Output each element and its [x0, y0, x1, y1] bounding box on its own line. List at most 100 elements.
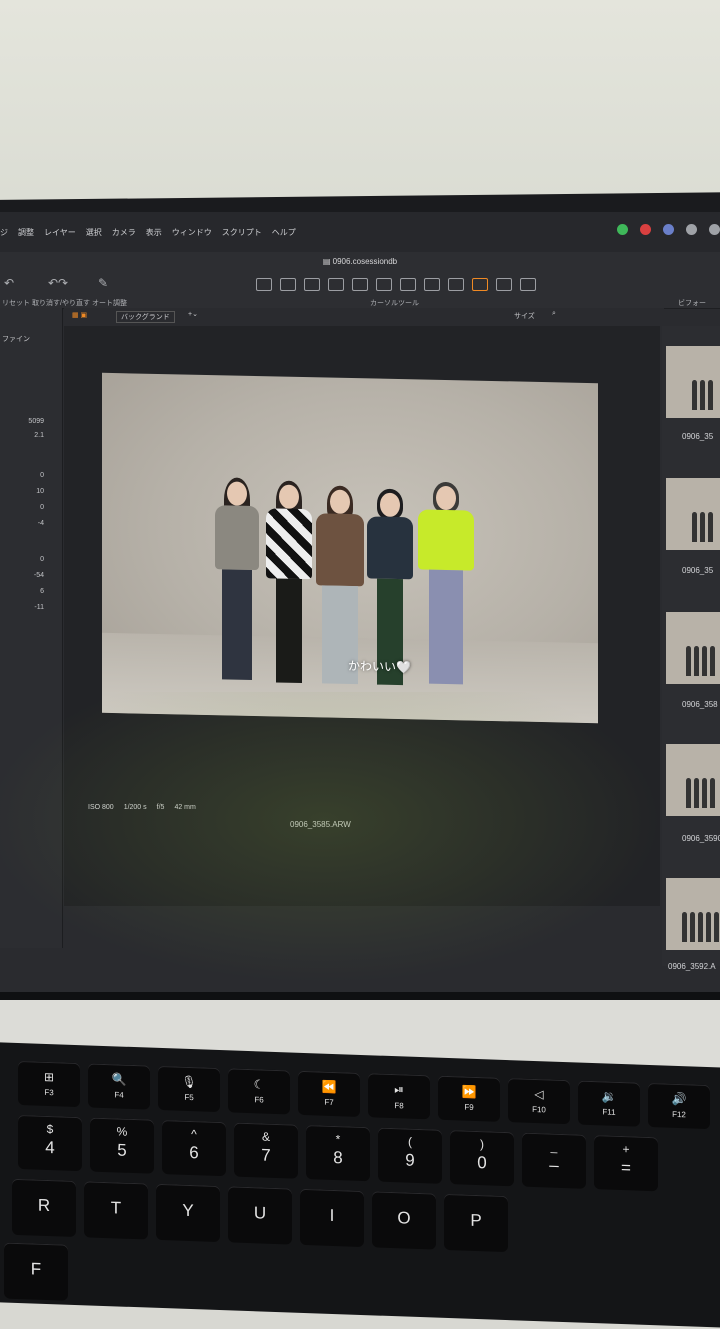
- thumbnail[interactable]: [666, 612, 720, 684]
- key-y[interactable]: Y: [156, 1183, 220, 1243]
- picker-tool-icon[interactable]: [472, 278, 488, 291]
- key-f10[interactable]: ◁ F10: [508, 1078, 570, 1125]
- slider-value[interactable]: 0: [14, 472, 44, 479]
- thumbnail[interactable]: [666, 744, 720, 816]
- select-tool-icon[interactable]: [256, 278, 272, 291]
- crop-tool-icon[interactable]: [328, 278, 344, 291]
- key-r[interactable]: R: [12, 1178, 76, 1238]
- thumbnail-label: 0906_358: [682, 700, 718, 709]
- add-icon[interactable]: +⌄: [188, 310, 198, 318]
- cursor-tools: [256, 278, 536, 291]
- key-f9[interactable]: ⏩ F9: [438, 1075, 500, 1122]
- pan-tool-icon[interactable]: [280, 278, 296, 291]
- key-4[interactable]: $4: [18, 1114, 82, 1172]
- key-shift-char: %: [116, 1124, 128, 1139]
- slider-value[interactable]: -54: [14, 572, 44, 579]
- settings-icon[interactable]: [686, 224, 697, 235]
- keystone-tool-icon[interactable]: [376, 278, 392, 291]
- slider-value[interactable]: 0: [14, 556, 44, 563]
- gradient-tool-icon[interactable]: [448, 278, 464, 291]
- slider-value[interactable]: -4: [14, 520, 44, 527]
- menu-item-help[interactable]: ヘルプ: [272, 227, 296, 238]
- key-7[interactable]: & 7: [234, 1122, 298, 1179]
- aperture-value: f/5: [156, 804, 165, 811]
- thumbnail[interactable]: [666, 478, 720, 550]
- key-shift-char: &: [261, 1129, 270, 1144]
- mission-control-icon: ⊞: [43, 1069, 55, 1085]
- key-p[interactable]: P: [444, 1193, 508, 1253]
- key-f6[interactable]: ☾ F6: [228, 1068, 290, 1115]
- key-f8[interactable]: ⏯ F8: [368, 1073, 430, 1120]
- lime-sweater: [418, 509, 474, 571]
- undo-icon[interactable]: ↶↷: [48, 276, 68, 290]
- key-f5[interactable]: 🎙 F5: [158, 1065, 220, 1113]
- reset-icon[interactable]: ↶: [4, 276, 14, 290]
- key-t[interactable]: T: [84, 1181, 148, 1240]
- key-equals[interactable]: + =: [594, 1135, 658, 1192]
- background-select[interactable]: バックグランド: [116, 311, 175, 323]
- person-1: [212, 477, 262, 682]
- white-balance-tint[interactable]: 2.1: [14, 432, 44, 439]
- menu-item-view[interactable]: 表示: [146, 227, 162, 238]
- key-shift-char: ^: [191, 1127, 197, 1142]
- mute-icon: ◁: [534, 1087, 544, 1102]
- thumbnail[interactable]: [666, 346, 720, 418]
- slider-value[interactable]: 10: [14, 488, 44, 495]
- key-5[interactable]: % 5: [90, 1117, 154, 1174]
- menu-item-select[interactable]: 選択: [86, 227, 102, 238]
- white-balance-kelvin[interactable]: 5099: [14, 418, 44, 425]
- slider-value[interactable]: -11: [14, 604, 44, 611]
- record-icon[interactable]: [640, 224, 651, 235]
- loupe-tool-icon[interactable]: [304, 278, 320, 291]
- menu-item-window[interactable]: ウィンドウ: [172, 227, 212, 238]
- key-f[interactable]: F: [4, 1242, 68, 1301]
- key-f4[interactable]: 🔍 F4: [88, 1063, 150, 1110]
- key-9[interactable]: (9: [378, 1127, 442, 1184]
- key-char: P: [470, 1210, 482, 1231]
- eraser-tool-icon[interactable]: [424, 278, 440, 291]
- person-4: [364, 488, 416, 686]
- rotate-tool-icon[interactable]: [352, 278, 368, 291]
- focal-length-value: 42 mm: [174, 804, 196, 811]
- key-u[interactable]: U: [228, 1186, 292, 1245]
- key-f7[interactable]: ⏪ F7: [298, 1070, 360, 1117]
- tools-sidebar: ファイン 5099 2.1 0 10 0 -4 0 -54 6 -11: [0, 308, 63, 948]
- cursor-tools-label: カーソルツール: [370, 300, 419, 307]
- key-label: F6: [254, 1095, 264, 1105]
- shutter-value: 1/200 s: [123, 804, 147, 811]
- menu-item-layer[interactable]: レイヤー: [44, 227, 76, 238]
- line-icon[interactable]: [617, 224, 628, 235]
- brush-tool-icon[interactable]: [400, 278, 416, 291]
- key-f11[interactable]: 🔉 F11: [578, 1080, 640, 1127]
- copy-icon[interactable]: [663, 224, 674, 235]
- key-o[interactable]: O: [372, 1191, 436, 1250]
- key-char: 4: [45, 1137, 55, 1158]
- key-i[interactable]: I: [300, 1188, 364, 1248]
- key-label: F4: [114, 1090, 124, 1100]
- face: [380, 492, 400, 518]
- menu-item-camera[interactable]: カメラ: [112, 227, 136, 238]
- key-0[interactable]: ) 0: [450, 1130, 514, 1187]
- key-f12[interactable]: 🔊 F12: [648, 1082, 710, 1130]
- key-6[interactable]: ^ 6: [162, 1120, 226, 1177]
- thumbnail-label: 0906_35: [682, 432, 714, 441]
- thumbnail-label: 0906_3590.: [682, 834, 720, 843]
- menu-item-adjust[interactable]: 調整: [18, 227, 34, 238]
- image-filename: 0906_3585.ARW: [290, 820, 351, 829]
- thumbnail[interactable]: [666, 878, 720, 950]
- heal-tool-icon[interactable]: [496, 278, 512, 291]
- annotate-tool-icon[interactable]: [520, 278, 536, 291]
- key-char: 7: [261, 1145, 271, 1165]
- key-8[interactable]: * 8: [306, 1125, 370, 1182]
- auto-adjust-icon[interactable]: ✎: [98, 276, 108, 290]
- menu-item[interactable]: ジ: [0, 227, 8, 238]
- zoom-icon[interactable]: ⌕: [552, 310, 556, 318]
- slider-value[interactable]: 6: [14, 588, 44, 595]
- control-icon[interactable]: [709, 224, 720, 235]
- grid-view-icon[interactable]: ▦ ▣: [72, 311, 87, 319]
- slider-value[interactable]: 0: [14, 504, 44, 511]
- key-minus[interactable]: _ –: [522, 1132, 586, 1189]
- key-f3[interactable]: ⊞ F3: [18, 1060, 80, 1108]
- menu-item-script[interactable]: スクリプト: [222, 227, 262, 238]
- key-shift-char: ): [480, 1137, 484, 1152]
